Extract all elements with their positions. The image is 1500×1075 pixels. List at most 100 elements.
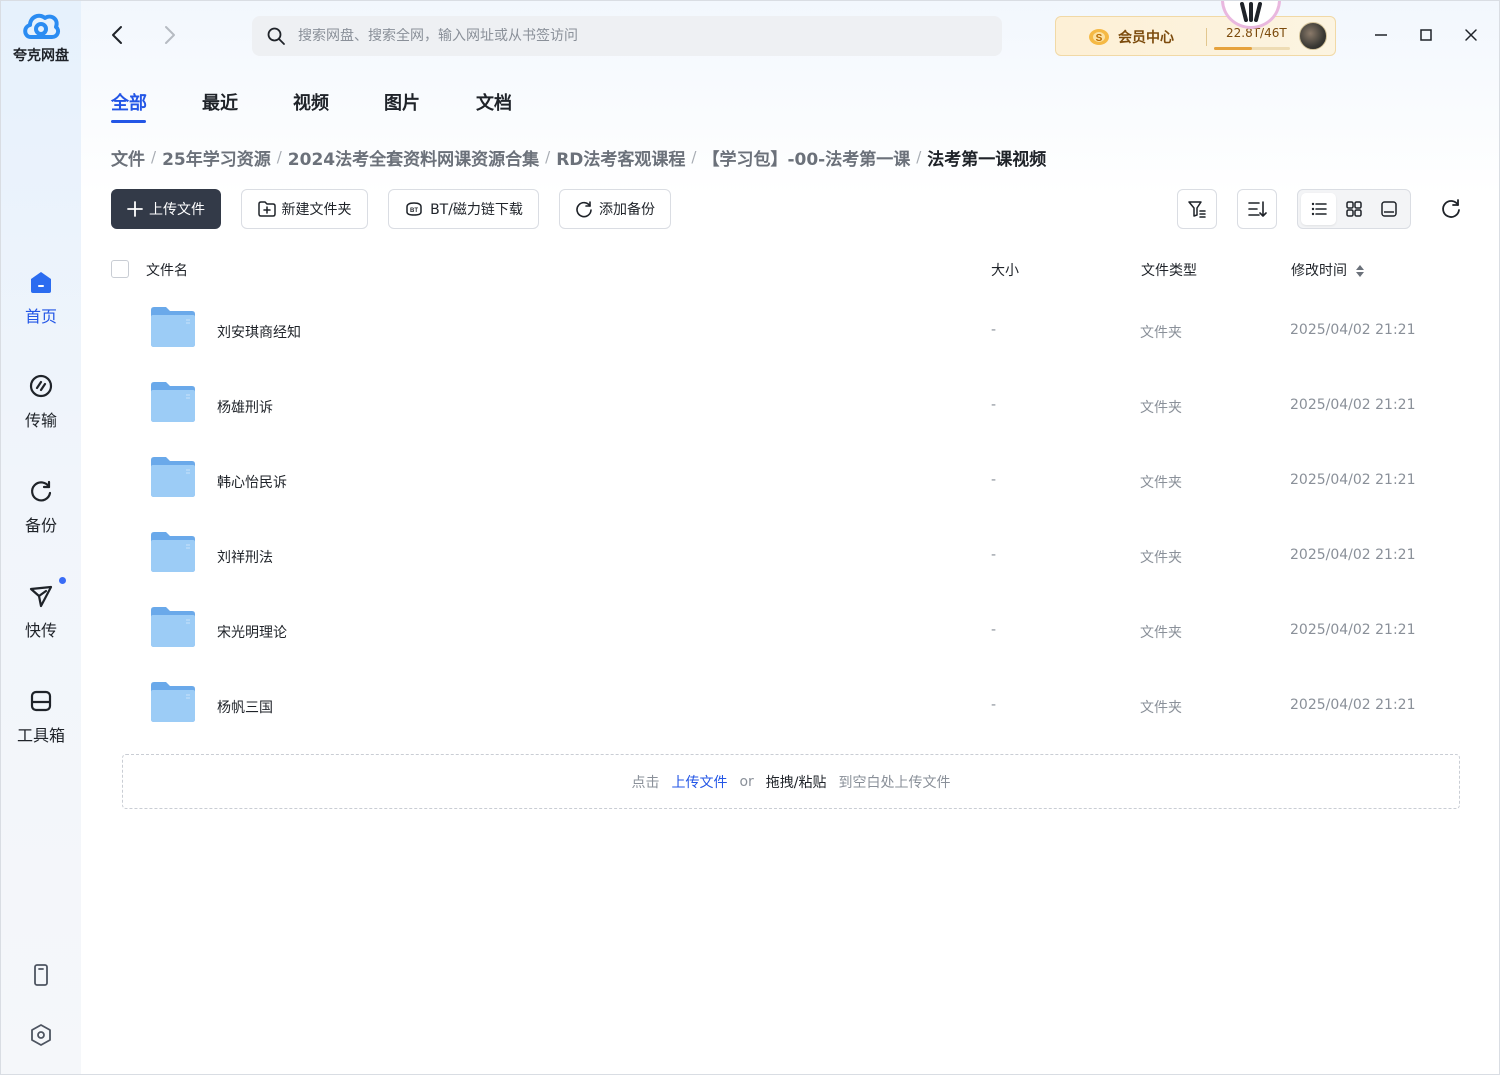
- sidebar-item-backup[interactable]: 备份: [1, 478, 81, 558]
- table-row[interactable]: 刘祥刑法 - 文件夹 2025/04/02 21:21: [111, 519, 1471, 594]
- avatar[interactable]: [1299, 22, 1327, 50]
- settings-button[interactable]: [1, 1023, 81, 1051]
- breadcrumb-separator: /: [545, 148, 551, 166]
- breadcrumb-separator: /: [916, 148, 922, 166]
- breadcrumb-item[interactable]: 25年学习资源: [162, 145, 271, 170]
- table-row[interactable]: 韩心怡民诉 - 文件夹 2025/04/02 21:21: [111, 444, 1471, 519]
- grid-view-button[interactable]: [1336, 193, 1371, 225]
- dropzone-suffix: 到空白处上传文件: [838, 774, 951, 791]
- maximize-icon: [1420, 29, 1432, 41]
- sidebar-item-transfer[interactable]: 传输: [1, 373, 81, 453]
- sidebar-item-label: 备份: [24, 516, 57, 535]
- preview-view-icon: [1381, 201, 1398, 217]
- view-mode-group: [1297, 189, 1411, 229]
- file-modified: 2025/04/02 21:21: [1290, 322, 1416, 338]
- filter-icon: [1188, 201, 1206, 218]
- column-header-size[interactable]: 大小: [991, 260, 1019, 280]
- file-size: -: [991, 547, 997, 563]
- settings-icon: [31, 1024, 51, 1046]
- chevron-right-icon: [165, 26, 175, 44]
- main-panel: S 会员中心 22.8T/46T: [81, 1, 1499, 1074]
- upload-dropzone[interactable]: 点击 上传文件 or 拖拽/粘贴 到空白处上传文件: [122, 754, 1460, 809]
- breadcrumb-item[interactable]: RD法考客观课程: [556, 145, 685, 170]
- table-row[interactable]: 杨帆三国 - 文件夹 2025/04/02 21:21: [111, 669, 1471, 744]
- folder-icon: [151, 382, 195, 422]
- tab-recent[interactable]: 最近: [202, 89, 238, 115]
- table-header: 文件名 大小 文件类型 修改时间: [111, 256, 1471, 284]
- sidebar-item-send[interactable]: 快传: [1, 577, 81, 663]
- file-type: 文件夹: [1140, 550, 1182, 566]
- sidebar-item-home[interactable]: 首页: [1, 269, 81, 349]
- file-size: -: [991, 322, 997, 338]
- breadcrumb-item[interactable]: 2024法考全套资料网课资源合集: [288, 145, 539, 170]
- column-header-name[interactable]: 文件名: [146, 260, 188, 280]
- tab-images[interactable]: 图片: [384, 89, 420, 115]
- maximize-button[interactable]: [1416, 25, 1436, 45]
- tab-video[interactable]: 视频: [293, 89, 329, 115]
- list-view-button[interactable]: [1301, 193, 1337, 225]
- folder-icon: [151, 532, 195, 572]
- upload-button-label: 上传文件: [149, 202, 205, 218]
- refresh-icon: [1442, 199, 1460, 218]
- chevron-left-icon: [112, 26, 122, 44]
- file-name[interactable]: 刘安琪商经知: [217, 322, 301, 342]
- sort-arrows-icon: [1356, 265, 1365, 277]
- breadcrumb: 文件 / 25年学习资源 / 2024法考全套资料网课资源合集 / RD法考客观…: [111, 145, 1047, 170]
- table-row[interactable]: 杨雄刑诉 - 文件夹 2025/04/02 21:21: [111, 369, 1471, 444]
- file-name[interactable]: 杨雄刑诉: [217, 397, 273, 417]
- sidebar-item-toolbox[interactable]: 工具箱: [1, 688, 81, 768]
- folder-icon: [151, 457, 195, 497]
- file-type: 文件夹: [1140, 475, 1182, 491]
- close-button[interactable]: [1461, 25, 1481, 45]
- upload-button[interactable]: 上传文件: [111, 189, 221, 229]
- breadcrumb-item[interactable]: 文件: [111, 145, 145, 170]
- back-button[interactable]: [106, 23, 130, 47]
- folder-icon: [151, 307, 195, 347]
- file-size: -: [991, 472, 997, 488]
- phone-button[interactable]: [1, 963, 81, 991]
- app-window: 夸克网盘 首页 传输 备份 快传 工具箱 搜索网盘、搜索全网，输入网址或从书签访…: [0, 0, 1500, 1075]
- vip-coin-icon: S: [1089, 29, 1109, 45]
- file-modified: 2025/04/02 21:21: [1290, 547, 1416, 563]
- notification-dot: [59, 577, 66, 584]
- app-name: 夸克网盘: [13, 48, 69, 64]
- file-modified: 2025/04/02 21:21: [1290, 472, 1416, 488]
- column-header-type[interactable]: 文件类型: [1141, 260, 1197, 280]
- storage-usage-bar: [1214, 47, 1290, 50]
- file-name[interactable]: 韩心怡民诉: [217, 472, 287, 492]
- file-name[interactable]: 宋光明理论: [217, 622, 287, 642]
- file-name[interactable]: 刘祥刑法: [217, 547, 273, 567]
- file-size: -: [991, 697, 997, 713]
- sidebar-item-label: 传输: [24, 411, 57, 430]
- filter-button[interactable]: [1177, 189, 1217, 229]
- forward-button[interactable]: [157, 23, 181, 47]
- add-backup-button[interactable]: 添加备份: [559, 189, 671, 229]
- sort-button[interactable]: [1237, 189, 1277, 229]
- vip-divider: [1206, 28, 1207, 46]
- breadcrumb-item[interactable]: 【学习包】-00-法考第一课: [702, 145, 910, 170]
- new-folder-button[interactable]: 新建文件夹: [241, 189, 368, 229]
- breadcrumb-current: 法考第一课视频: [927, 149, 1047, 170]
- table-row[interactable]: 宋光明理论 - 文件夹 2025/04/02 21:21: [111, 594, 1471, 669]
- folder-icon: [151, 682, 195, 722]
- sort-icon: [1248, 201, 1267, 217]
- minimize-button[interactable]: [1371, 25, 1391, 45]
- dropzone-upload-link[interactable]: 上传文件: [671, 772, 727, 792]
- preview-view-button[interactable]: [1372, 193, 1407, 225]
- bt-download-button[interactable]: BT BT/磁力链下载: [388, 189, 539, 229]
- search-icon: [267, 27, 285, 45]
- select-all-checkbox[interactable]: [111, 260, 129, 278]
- app-logo[interactable]: 夸克网盘: [1, 11, 81, 65]
- promo-logo-icon: [1240, 2, 1262, 22]
- new-folder-icon: [257, 201, 276, 217]
- backup-icon: [576, 201, 592, 218]
- file-type: 文件夹: [1140, 700, 1182, 716]
- search-input[interactable]: [298, 28, 978, 44]
- tab-documents[interactable]: 文档: [476, 89, 512, 115]
- tab-all[interactable]: 全部: [111, 89, 147, 115]
- vip-center-link[interactable]: 会员中心: [1118, 27, 1174, 47]
- file-name[interactable]: 杨帆三国: [217, 697, 273, 717]
- refresh-button[interactable]: [1439, 197, 1463, 221]
- table-row[interactable]: 刘安琪商经知 - 文件夹 2025/04/02 21:21: [111, 294, 1471, 369]
- column-header-modified[interactable]: 修改时间: [1291, 260, 1365, 280]
